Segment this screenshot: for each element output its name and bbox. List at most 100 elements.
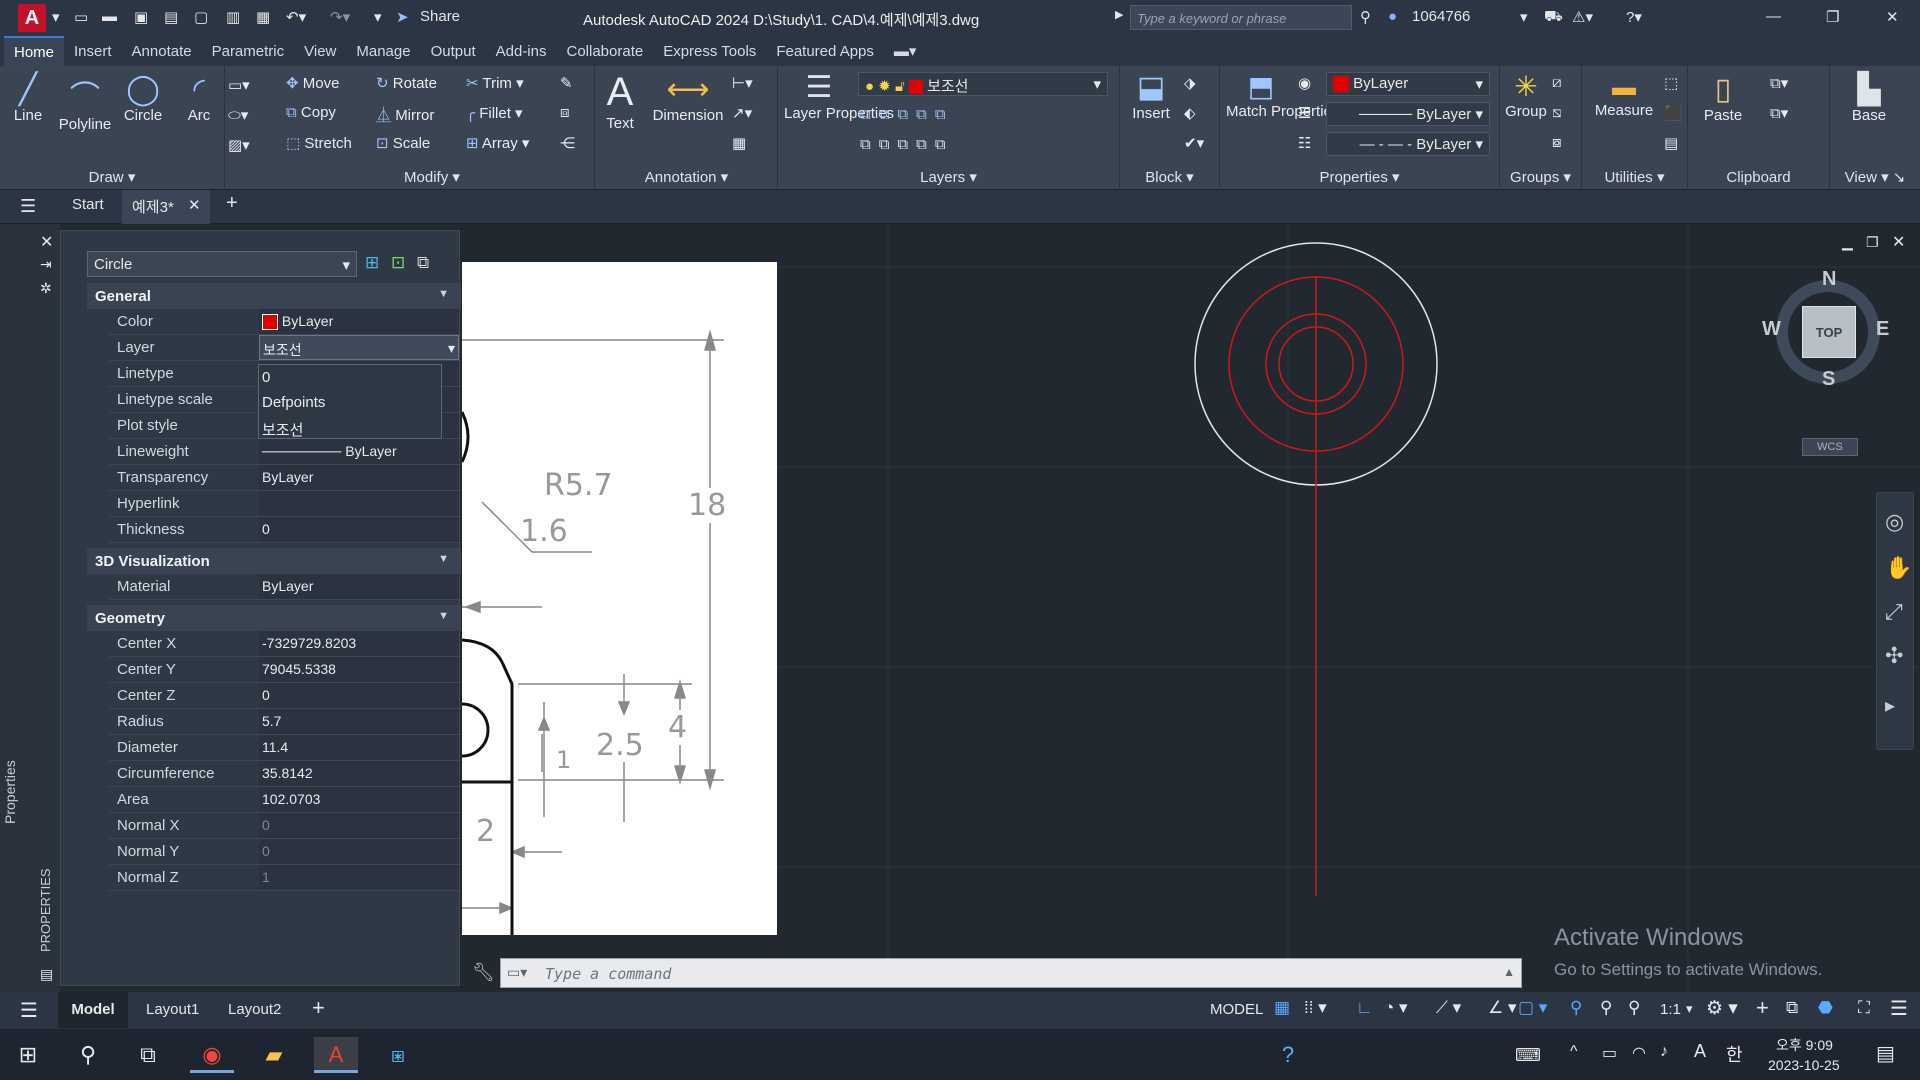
tab-collaborate[interactable]: Collaborate [556, 37, 653, 66]
ellipse-icon[interactable]: ⬭▾ [228, 106, 248, 124]
groups-group-title[interactable]: Groups ▾ [1500, 168, 1581, 186]
new-layout-icon[interactable]: + [312, 995, 325, 1021]
isolate-objects-icon[interactable]: ⬣ [1818, 998, 1833, 1018]
viewport-minimize-icon[interactable]: ▁ [1842, 234, 1853, 251]
general-collapse-icon[interactable]: ▼ [438, 288, 449, 300]
linear-dimension-icon[interactable]: ⊢▾ [732, 74, 753, 92]
snipping-tool-icon[interactable]: ⧆ [376, 1037, 420, 1073]
ime-mode-indicator[interactable]: 한 [1726, 1041, 1743, 1067]
status-menu-icon[interactable]: ☰ [20, 998, 38, 1023]
array-button[interactable]: ⊞ Array ▾ [466, 134, 529, 152]
autocad-taskbar-icon[interactable]: A [314, 1037, 358, 1073]
autodesk-app-icon[interactable]: ⚠▾ [1572, 8, 1593, 26]
tab-express-tools[interactable]: Express Tools [653, 37, 766, 66]
save-icon[interactable]: ▣ [134, 8, 148, 26]
erase-icon[interactable]: ✎ [560, 74, 573, 92]
plot-icon[interactable]: ▦ [256, 8, 270, 26]
toggle-pickadd-icon[interactable]: ⊞ [365, 253, 379, 273]
ribbon-toggle-icon[interactable]: ▬▾ [884, 36, 927, 66]
tab-featured-apps[interactable]: Featured Apps [766, 37, 884, 66]
layout2-tab[interactable]: Layout2 [228, 1001, 281, 1018]
command-customize-icon[interactable]: 🔧︎ [472, 962, 495, 983]
object-type-select[interactable]: Circle ▾ [87, 251, 357, 277]
share-button[interactable]: Share [420, 8, 460, 25]
steering-wheel-icon[interactable]: ◎ [1885, 509, 1904, 535]
quick-select-palette-icon[interactable]: ⧉ [417, 253, 429, 273]
snap-icon[interactable]: ⁞⁞ ▾ [1304, 998, 1327, 1018]
draw-group-title[interactable]: Draw ▾ [0, 168, 224, 186]
calculator-icon[interactable]: ▤ [1664, 134, 1678, 152]
new-file-icon[interactable]: ▭ [74, 8, 88, 26]
block-group-title[interactable]: Block ▾ [1120, 168, 1219, 186]
hyperlink-value[interactable] [259, 491, 459, 516]
lineweight-dropdown[interactable]: ───── ByLayer ▾ [1326, 102, 1490, 126]
layer-select[interactable]: 보조선 ▾ [259, 335, 459, 360]
annotation-scale-icon[interactable]: ⚲ [1628, 998, 1640, 1018]
clock-date[interactable]: 2023-10-25 [1768, 1057, 1840, 1073]
compass-west[interactable]: W [1762, 318, 1781, 341]
layout1-tab[interactable]: Layout1 [146, 1001, 199, 1018]
auto-scale-icon[interactable]: ⚲ [1600, 998, 1612, 1018]
polar-tracking-icon[interactable]: ◔ ▾ [1384, 998, 1408, 1018]
layer-dropdown-ribbon[interactable]: ● ✹ 🔓︎ 보조선 ▾ [858, 72, 1108, 96]
base-button[interactable]: ▙ Base [1844, 72, 1894, 124]
compass-east[interactable]: E [1876, 318, 1889, 341]
viewport-restore-icon[interactable]: ❐ [1866, 234, 1879, 251]
new-tab-icon[interactable]: + [226, 192, 238, 215]
radius-value[interactable]: 5.7 [259, 709, 459, 734]
clean-screen-icon[interactable]: ⛶ [1858, 998, 1870, 1018]
annotation-monitor-icon[interactable]: + [1756, 995, 1769, 1021]
customize-toolbar-icon[interactable]: ▾ [374, 8, 382, 26]
thickness-value[interactable]: 0 [259, 517, 459, 542]
object-snap-tracking-icon[interactable]: ∠ ▾ [1488, 998, 1517, 1018]
command-line[interactable]: ▭▾ Type a command ▲ [500, 958, 1522, 988]
user-icon[interactable]: ● [1388, 8, 1397, 25]
compass-north[interactable]: N [1822, 268, 1836, 291]
windows-start-icon[interactable]: ⊞ [6, 1037, 50, 1073]
color-wheel-icon[interactable]: ◉ [1298, 74, 1311, 92]
undo-icon[interactable]: ↶▾ [286, 8, 306, 26]
viewcube-top-face[interactable]: TOP [1802, 306, 1856, 358]
table-icon[interactable]: ▦ [732, 134, 746, 152]
circumference-value[interactable]: 35.8142 [259, 761, 459, 786]
mirror-button[interactable]: ⏅ Mirror [376, 104, 434, 125]
visualization-section-header[interactable]: 3D Visualization ▼ [87, 548, 461, 574]
geometry-section-header[interactable]: Geometry ▼ [87, 605, 461, 631]
clock-time[interactable]: 오후 9:09 [1776, 1035, 1833, 1055]
annotation-group-title[interactable]: Annotation ▾ [596, 168, 777, 186]
material-value[interactable]: ByLayer [259, 574, 459, 599]
palette-close-icon[interactable]: ✕ [40, 232, 53, 252]
active-drawing-tab[interactable]: 예제3* ✕ [122, 190, 210, 224]
rotate-button[interactable]: ↻ Rotate [376, 74, 437, 92]
group-select-icon[interactable]: ⧇ [1552, 134, 1562, 151]
compass-south[interactable]: S [1822, 368, 1835, 391]
viewcube[interactable]: TOP N S E W [1762, 268, 1894, 394]
copy-clip-icon[interactable]: ⧉▾ [1770, 104, 1788, 122]
clipboard-group-title[interactable]: Clipboard [1688, 169, 1829, 186]
layer-option-defpoints[interactable]: Defpoints [259, 390, 441, 415]
model-space-toggle[interactable]: MODEL [1210, 1001, 1263, 1018]
isodraft-icon[interactable]: ⟋ ▾ [1436, 998, 1461, 1018]
leader-icon[interactable]: ↗▾ [732, 104, 752, 122]
area-value[interactable]: 102.0703 [259, 787, 459, 812]
create-block-icon[interactable]: ⬗ [1184, 74, 1196, 92]
tab-home[interactable]: Home [4, 35, 65, 67]
customize-status-icon[interactable]: ☰ [1890, 996, 1908, 1021]
command-history-icon[interactable]: ▭▾ [507, 964, 527, 981]
transparency-value[interactable]: ByLayer [259, 465, 459, 490]
search-icon[interactable]: ⚲ [1360, 8, 1371, 26]
wcs-menu[interactable]: WCS [1802, 438, 1858, 456]
layer-option-auxiliary[interactable]: 보조선 [259, 415, 441, 440]
start-tab[interactable]: Start [72, 196, 104, 213]
offset-icon[interactable]: ⋲ [560, 134, 575, 152]
layer-properties-button[interactable]: ☰ Layer Properties [784, 70, 894, 123]
ungroup-icon[interactable]: ⧄ [1552, 74, 1562, 91]
center-z-value[interactable]: 0 [259, 683, 459, 708]
tab-parametric[interactable]: Parametric [202, 37, 295, 66]
hamburger-menu-icon[interactable]: ☰ [20, 196, 36, 217]
task-view-icon[interactable]: ⧉ [126, 1037, 170, 1073]
fillet-button[interactable]: ╭ Fillet ▾ [466, 104, 523, 122]
taskbar-search-icon[interactable]: ⚲ [66, 1037, 110, 1073]
tab-output[interactable]: Output [421, 37, 486, 66]
command-input[interactable]: Type a command [545, 965, 671, 983]
